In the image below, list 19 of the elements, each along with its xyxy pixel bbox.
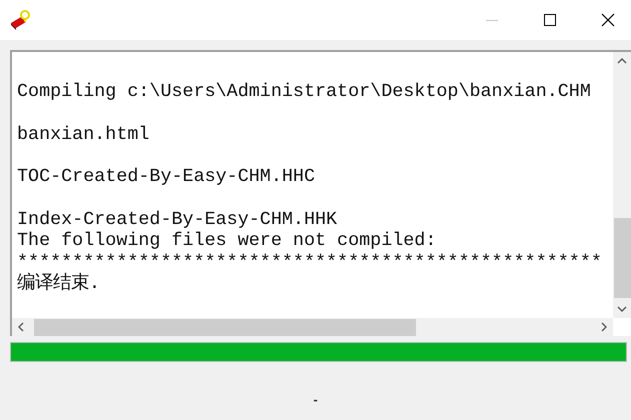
log-text-area[interactable]	[10, 50, 631, 336]
scroll-up-icon[interactable]	[617, 58, 627, 64]
scroll-right-icon[interactable]	[601, 322, 607, 332]
scroll-down-icon[interactable]	[617, 306, 627, 312]
log-line: *****************************************************	[17, 252, 602, 273]
log-line: Compiling c:\Users\Administrator\Desktop\banxian.CHM	[17, 81, 591, 103]
log-line: 编译结束.	[17, 272, 100, 294]
log-line: The following files were not compiled:	[17, 230, 436, 252]
log-line: banxian.html	[17, 124, 150, 146]
scroll-left-icon[interactable]	[18, 322, 24, 332]
scrollbar-thumb[interactable]	[614, 218, 630, 298]
vertical-scrollbar[interactable]	[613, 52, 631, 318]
app-book-icon	[9, 9, 31, 31]
horizontal-scrollbar[interactable]	[12, 318, 613, 336]
status-text: -	[313, 391, 318, 409]
close-icon	[601, 13, 615, 27]
log-line: TOC-Created-By-Easy-CHM.HHC	[17, 166, 315, 188]
scrollbar-thumb[interactable]	[34, 318, 416, 336]
log-line: Index-Created-By-Easy-CHM.HHK	[17, 209, 338, 230]
